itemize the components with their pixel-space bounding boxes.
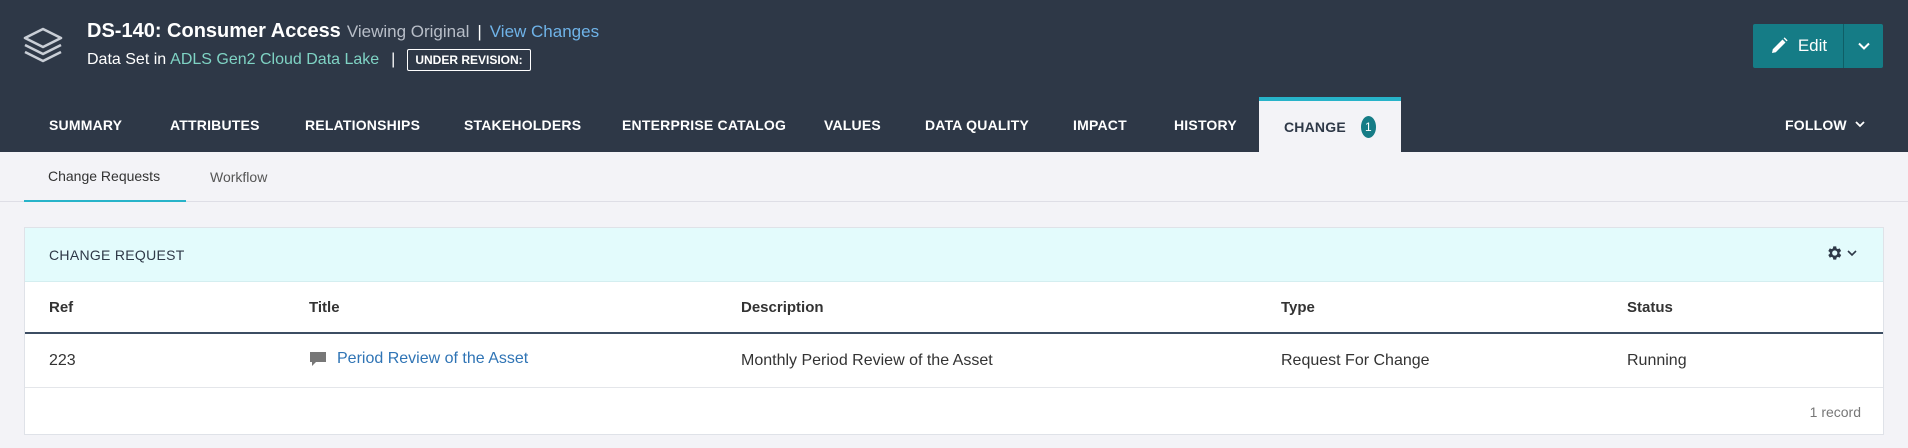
- tab-attributes[interactable]: ATTRIBUTES: [170, 97, 260, 152]
- subtitle-prefix: Data Set in: [87, 51, 167, 68]
- table-header: Ref Title Description Type Status: [25, 282, 1883, 334]
- sub-tabs: Change Requests Workflow: [0, 152, 1908, 202]
- asset-title: DS-140: Consumer Access: [87, 20, 341, 42]
- panel-settings-menu[interactable]: [1825, 244, 1857, 262]
- subtitle-pipe: |: [391, 51, 396, 68]
- column-header-type[interactable]: Type: [1281, 299, 1315, 316]
- table-row[interactable]: 223 Period Review of the Asset Monthly P…: [25, 334, 1883, 388]
- asset-header: DS-140: Consumer Access Viewing Original…: [0, 0, 1908, 97]
- edit-dropdown-toggle[interactable]: [1843, 24, 1883, 68]
- tab-label: DATA QUALITY: [925, 116, 1030, 133]
- tab-label: RELATIONSHIPS: [305, 116, 421, 133]
- change-request-title-link[interactable]: Period Review of the Asset: [337, 350, 528, 368]
- tab-data-quality[interactable]: DATA QUALITY: [925, 97, 1029, 152]
- tab-values[interactable]: VALUES: [824, 97, 881, 152]
- tab-change[interactable]: CHANGE 1: [1259, 97, 1401, 152]
- panel-header: CHANGE REQUEST: [25, 228, 1883, 282]
- cell-description: Monthly Period Review of the Asset: [741, 352, 993, 369]
- tab-label: ENTERPRISE CATALOG: [622, 116, 787, 133]
- tab-label: STAKEHOLDERS: [464, 116, 582, 133]
- under-revision-badge: UNDER REVISION:: [407, 49, 531, 71]
- record-count: 1 record: [1809, 404, 1861, 420]
- tab-enterprise-catalog[interactable]: ENTERPRISE CATALOG: [622, 97, 786, 152]
- subtab-workflow[interactable]: Workflow: [210, 152, 267, 202]
- tab-label: CHANGE: [1284, 118, 1346, 135]
- viewing-original-label: Viewing Original: [346, 22, 470, 41]
- data-lake-link[interactable]: ADLS Gen2 Cloud Data Lake: [170, 51, 379, 69]
- view-changes-link[interactable]: View Changes: [490, 22, 599, 42]
- column-header-title[interactable]: Title: [309, 299, 340, 316]
- follow-label: FOLLOW: [1785, 116, 1847, 133]
- column-header-status[interactable]: Status: [1627, 299, 1673, 316]
- column-header-description[interactable]: Description: [741, 299, 824, 316]
- change-request-panel: CHANGE REQUEST Ref Title Description Typ…: [24, 227, 1884, 435]
- subtab-label: Change Requests: [48, 168, 161, 184]
- tab-label: SUMMARY: [49, 116, 123, 133]
- comment-icon: [310, 351, 326, 366]
- chevron-down-icon: [1857, 42, 1870, 50]
- title-row: DS-140: Consumer Access Viewing Original…: [87, 20, 599, 43]
- tab-label: ATTRIBUTES: [170, 116, 260, 133]
- chevron-down-icon: [1847, 249, 1857, 256]
- tab-summary[interactable]: SUMMARY: [49, 97, 122, 152]
- chevron-down-icon: [1855, 121, 1865, 128]
- edit-button-group: Edit: [1753, 24, 1883, 68]
- pencil-icon: [1771, 37, 1788, 53]
- tab-impact[interactable]: IMPACT: [1073, 97, 1127, 152]
- subtab-change-requests[interactable]: Change Requests: [24, 152, 186, 202]
- asset-subtitle: Data Set in ADLS Gen2 Cloud Data Lake | …: [87, 49, 531, 71]
- column-header-ref[interactable]: Ref: [49, 299, 73, 316]
- change-count-badge: 1: [1360, 115, 1376, 138]
- panel-title: CHANGE REQUEST: [49, 246, 185, 263]
- cell-status: Running: [1627, 352, 1687, 369]
- tab-label: VALUES: [824, 116, 881, 133]
- edit-button-label: Edit: [1797, 36, 1828, 55]
- layers-icon: [23, 27, 63, 63]
- cell-ref: 223: [49, 352, 76, 369]
- cell-type: Request For Change: [1281, 352, 1430, 369]
- tab-relationships[interactable]: RELATIONSHIPS: [305, 97, 420, 152]
- tab-label: IMPACT: [1073, 116, 1127, 133]
- edit-button[interactable]: Edit: [1753, 24, 1843, 68]
- tab-label: HISTORY: [1174, 116, 1237, 133]
- tab-history[interactable]: HISTORY: [1174, 97, 1237, 152]
- main-tabs: SUMMARY ATTRIBUTES RELATIONSHIPS STAKEHO…: [0, 97, 1908, 152]
- subtab-label: Workflow: [210, 169, 268, 185]
- gear-icon: [1828, 246, 1842, 260]
- cell-title: Period Review of the Asset: [309, 350, 528, 368]
- follow-dropdown[interactable]: FOLLOW: [1785, 97, 1865, 152]
- title-separator: |: [477, 22, 482, 41]
- tab-stakeholders[interactable]: STAKEHOLDERS: [464, 97, 581, 152]
